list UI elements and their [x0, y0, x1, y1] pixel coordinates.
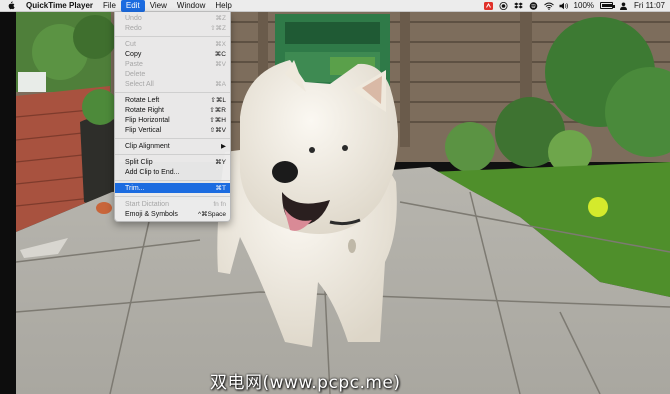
volume-icon[interactable]: [559, 2, 568, 10]
menu-item-shortcut: ⌘Z: [215, 15, 226, 22]
menu-clock[interactable]: Fri 11:07: [634, 1, 665, 10]
menu-item-rotate-right[interactable]: Rotate Right ⇧⌘R: [115, 105, 230, 115]
menu-item-label: Undo: [125, 14, 142, 22]
menu-item-label: Cut: [125, 40, 136, 48]
battery-percent: 100%: [573, 1, 595, 10]
menu-item-emoji-symbols[interactable]: Emoji & Symbols ^⌘Space: [115, 209, 230, 219]
record-icon[interactable]: [499, 1, 508, 10]
garden-photo: [0, 12, 670, 394]
menu-item-rotate-left[interactable]: Rotate Left ⇧⌘L: [115, 95, 230, 105]
menu-separator: [115, 92, 230, 93]
menu-item-label: Clip Alignment: [125, 142, 170, 150]
submenu-arrow-icon: ▶: [221, 143, 226, 150]
menu-item-paste[interactable]: Paste ⌘V: [115, 59, 230, 69]
menu-view[interactable]: View: [145, 0, 172, 12]
menu-item-start-dictation[interactable]: Start Dictation fn fn: [115, 199, 230, 209]
menu-item-shortcut: ⌘A: [215, 81, 226, 88]
menu-item-label: Delete: [125, 70, 146, 78]
menu-file[interactable]: File: [98, 0, 121, 12]
user-icon[interactable]: [619, 2, 628, 10]
menu-item-shortcut: ⇧⌘V: [209, 127, 226, 134]
menu-item-label: Split Clip: [125, 158, 153, 166]
menu-item-label: Flip Horizontal: [125, 116, 170, 124]
menu-item-trim[interactable]: Trim... ⌘T: [115, 183, 230, 193]
battery-level-fill: [602, 4, 614, 7]
menu-item-label: Rotate Right: [125, 106, 164, 114]
menu-item-label: Paste: [125, 60, 143, 68]
menu-item-shortcut: ⌘V: [215, 61, 226, 68]
menu-item-label: Redo: [125, 24, 142, 32]
menu-bar: QuickTime Player File Edit View Window H…: [0, 0, 670, 12]
menu-item-shortcut: ⇧⌘R: [209, 107, 226, 114]
site-watermark: 双电网(www.pcpc.me): [210, 373, 401, 393]
menu-item-undo[interactable]: Undo ⌘Z: [115, 13, 230, 23]
menu-item-delete[interactable]: Delete: [115, 69, 230, 79]
menu-separator: [115, 154, 230, 155]
menu-item-shortcut: ⇧⌘L: [210, 97, 226, 104]
adobe-cc-icon[interactable]: [483, 1, 493, 10]
menu-item-label: Emoji & Symbols: [125, 210, 178, 218]
menu-item-flip-horizontal[interactable]: Flip Horizontal ⇧⌘H: [115, 115, 230, 125]
menu-item-shortcut: ⌘C: [214, 51, 226, 58]
menu-item-label: Flip Vertical: [125, 126, 162, 134]
menu-item-add-clip-to-end[interactable]: Add Clip to End...: [115, 167, 230, 177]
menu-item-redo[interactable]: Redo ⇧⌘Z: [115, 23, 230, 33]
menu-item-split-clip[interactable]: Split Clip ⌘Y: [115, 157, 230, 167]
battery-icon[interactable]: [600, 2, 616, 9]
wifi-icon[interactable]: [543, 2, 554, 10]
menu-item-select-all[interactable]: Select All ⌘A: [115, 79, 230, 89]
menu-separator: [115, 196, 230, 197]
apple-logo-icon[interactable]: [5, 1, 17, 10]
menu-separator: [115, 36, 230, 37]
menu-item-shortcut: ⌘Y: [215, 159, 226, 166]
menu-edit[interactable]: Edit: [120, 0, 145, 12]
menu-item-shortcut: ⇧⌘Z: [210, 25, 226, 32]
menu-item-label: Start Dictation: [125, 200, 169, 208]
video-frame: 双电网(www.pcpc.me): [0, 12, 670, 394]
edit-menu-dropdown: Undo ⌘Z Redo ⇧⌘Z Cut ⌘X Copy ⌘C Paste ⌘V Delete Sel…: [114, 12, 231, 222]
dropbox-icon[interactable]: [513, 2, 523, 10]
menu-window[interactable]: Window: [172, 0, 210, 12]
status-area: 100% Fri 11:07: [483, 1, 670, 10]
menu-item-label: Trim...: [125, 184, 145, 192]
menu-item-copy[interactable]: Copy ⌘C: [115, 49, 230, 59]
menu-item-shortcut: ⇧⌘H: [209, 117, 226, 124]
menu-item-shortcut: fn fn: [213, 200, 226, 208]
menu-item-shortcut: ^⌘Space: [198, 211, 226, 218]
menu-separator: [115, 138, 230, 139]
spotify-icon[interactable]: [529, 1, 538, 10]
menu-item-cut[interactable]: Cut ⌘X: [115, 39, 230, 49]
menu-separator: [115, 180, 230, 181]
menu-item-clip-alignment[interactable]: Clip Alignment ▶: [115, 141, 230, 151]
menu-item-label: Rotate Left: [125, 96, 160, 104]
menu-item-label: Copy: [125, 50, 142, 58]
menu-item-flip-vertical[interactable]: Flip Vertical ⇧⌘V: [115, 125, 230, 135]
menu-item-label: Add Clip to End...: [125, 168, 180, 176]
menu-item-shortcut: ⌘T: [215, 185, 226, 192]
menu-help[interactable]: Help: [210, 0, 236, 12]
menu-item-shortcut: ⌘X: [215, 41, 226, 48]
menu-item-label: Select All: [125, 80, 154, 88]
app-menu-quicktime[interactable]: QuickTime Player: [17, 0, 98, 12]
